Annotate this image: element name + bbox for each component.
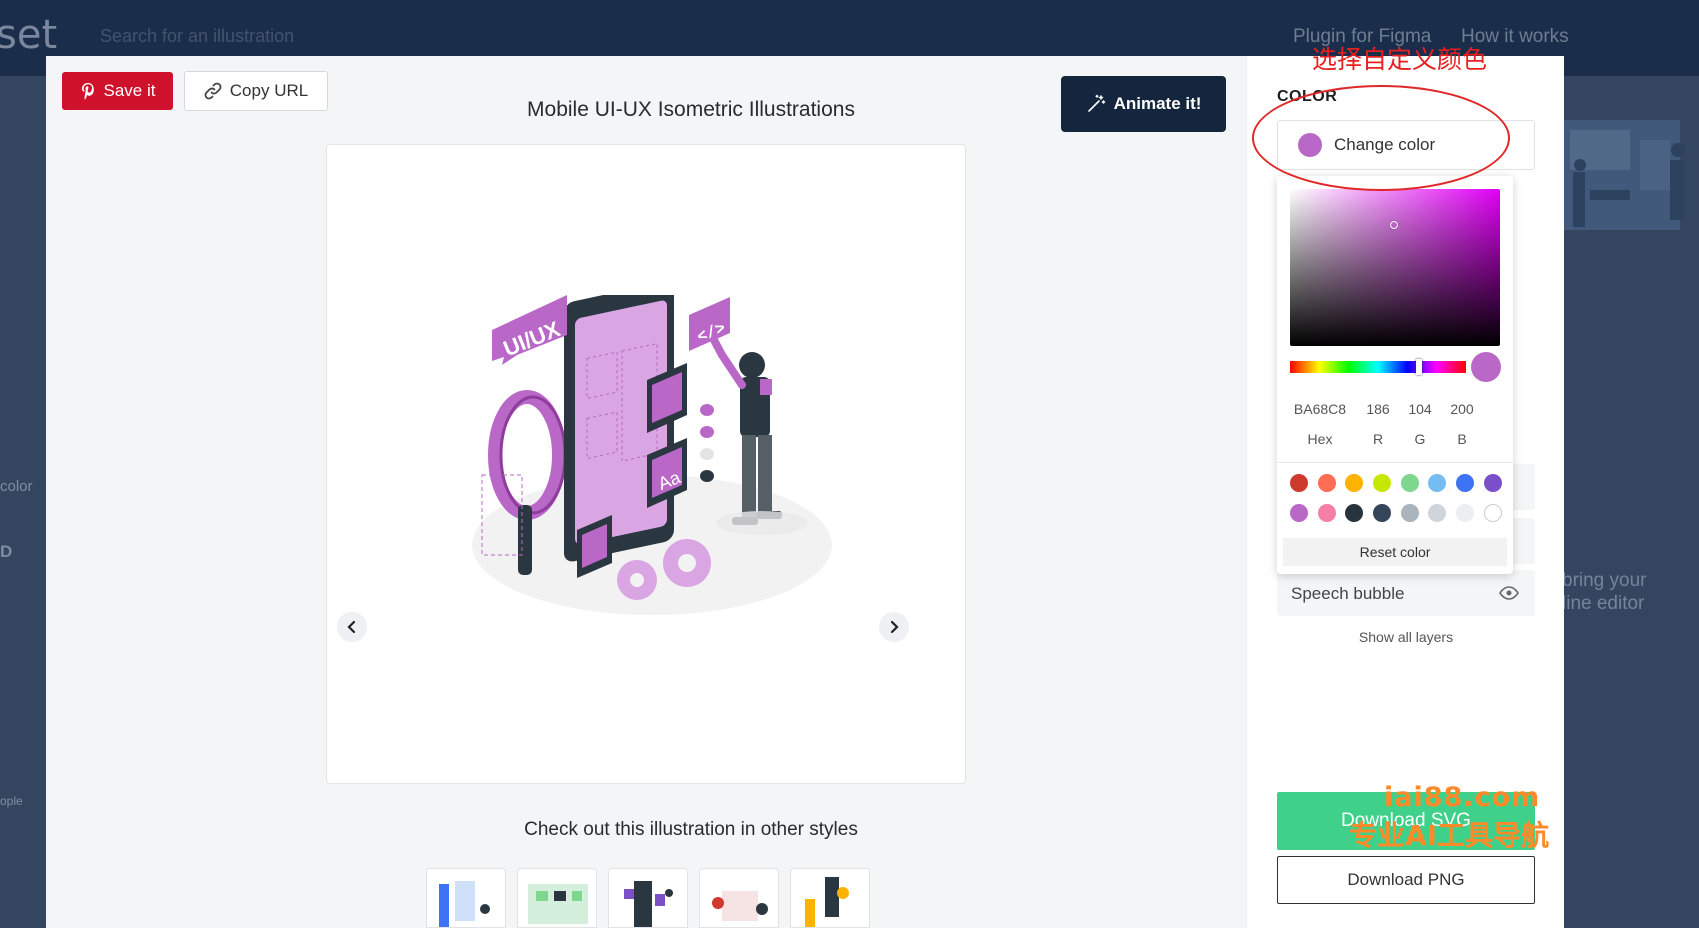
current-color-swatch: [1298, 133, 1322, 157]
background-side-text: color: [0, 478, 33, 495]
mobile-ui-ux-illustration[interactable]: UI/UX </> Aa: [462, 295, 842, 635]
color-swatch[interactable]: [1317, 474, 1336, 492]
style-thumbnail[interactable]: [790, 868, 870, 928]
r-input[interactable]: 186: [1361, 401, 1395, 417]
background-illustration: [1560, 120, 1685, 230]
eye-icon[interactable]: [1499, 586, 1519, 600]
copy-label: Copy URL: [229, 81, 309, 100]
layer-row-speech-bubble[interactable]: Speech bubble: [1277, 570, 1535, 616]
illustration-modal: Save it Copy URL Mobile UI-UX Isometric …: [46, 56, 1564, 928]
style-thumbnail[interactable]: [608, 868, 688, 928]
background-logo: set: [0, 12, 58, 58]
color-swatch[interactable]: [1290, 504, 1308, 522]
chevron-left-icon: [347, 620, 356, 634]
watermark-site: iai88.com: [1384, 782, 1541, 813]
picker-divider: [1277, 462, 1513, 463]
color-swatch[interactable]: [1345, 504, 1364, 522]
pinterest-icon: [81, 83, 94, 100]
color-picker-popover: BA68C8 186 104 200 Hex R G B Reset color: [1277, 176, 1513, 574]
color-swatch[interactable]: [1373, 474, 1392, 492]
other-styles-list: [426, 868, 870, 928]
color-swatch[interactable]: [1345, 474, 1364, 492]
next-arrow-button[interactable]: [879, 612, 909, 642]
color-swatch[interactable]: [1317, 504, 1336, 522]
color-swatch[interactable]: [1483, 504, 1502, 522]
save-button[interactable]: Save it: [62, 72, 173, 110]
color-swatch[interactable]: [1290, 474, 1308, 492]
color-swatch[interactable]: [1456, 474, 1475, 492]
page-title: Mobile UI-UX Isometric Illustrations: [527, 98, 855, 121]
change-color-label: Change color: [1334, 135, 1436, 154]
style-thumbnail[interactable]: [699, 868, 779, 928]
other-styles-title: Check out this illustration in other sty…: [524, 819, 858, 840]
hue-slider[interactable]: [1290, 361, 1466, 373]
style-thumbnail[interactable]: [426, 868, 506, 928]
color-swatch[interactable]: [1428, 504, 1447, 522]
background-side-text: D: [0, 542, 13, 561]
color-section-label: COLOR: [1277, 88, 1338, 105]
background-promo-text: line editor: [1562, 593, 1645, 614]
b-label: B: [1457, 431, 1467, 447]
hue-slider-handle[interactable]: [1416, 359, 1422, 375]
reset-color-button[interactable]: Reset color: [1283, 538, 1507, 566]
saturation-area[interactable]: [1290, 189, 1500, 346]
color-swatch[interactable]: [1373, 504, 1392, 522]
g-input[interactable]: 104: [1403, 401, 1437, 417]
preset-swatches: [1290, 474, 1502, 522]
watermark-tagline: 专业AI工具导航: [1349, 819, 1550, 852]
b-input[interactable]: 200: [1445, 401, 1479, 417]
layer-label: Speech bubble: [1291, 584, 1405, 603]
color-swatch[interactable]: [1400, 504, 1419, 522]
hex-input[interactable]: BA68C8: [1291, 401, 1349, 417]
magic-wand-icon: [1087, 94, 1105, 112]
thumbnail-image: [805, 877, 849, 927]
show-all-layers-link[interactable]: Show all layers: [1277, 629, 1535, 645]
background-search-input[interactable]: Search for an illustration: [100, 26, 294, 47]
saturation-handle[interactable]: [1390, 221, 1398, 229]
thumbnail-image: [528, 884, 588, 924]
change-color-button[interactable]: Change color: [1277, 120, 1535, 170]
prev-arrow-button[interactable]: [337, 612, 367, 642]
illustration-canvas: UI/UX </> Aa: [326, 144, 966, 784]
color-swatch[interactable]: [1400, 474, 1419, 492]
background-promo-text: bring your: [1562, 570, 1647, 591]
chevron-right-icon: [890, 620, 899, 634]
animate-label: Animate it!: [1113, 94, 1202, 113]
annotation-text: 选择自定义颜色: [1312, 45, 1488, 74]
link-icon: [204, 82, 222, 100]
color-swatch[interactable]: [1456, 504, 1475, 522]
color-swatch[interactable]: [1483, 474, 1502, 492]
hex-label: Hex: [1307, 431, 1333, 447]
thumbnail-image: [624, 881, 673, 927]
save-label: Save it: [103, 81, 156, 100]
thumbnail-image: [712, 891, 768, 921]
g-label: G: [1414, 431, 1426, 447]
color-preview: [1471, 352, 1501, 382]
download-png-button[interactable]: Download PNG: [1277, 856, 1535, 904]
style-thumbnail[interactable]: [517, 868, 597, 928]
background-side-text: ople: [0, 794, 23, 808]
thumbnail-image: [439, 881, 490, 927]
animate-button[interactable]: Animate it!: [1061, 76, 1226, 132]
color-swatch[interactable]: [1428, 474, 1447, 492]
copy-url-button[interactable]: Copy URL: [184, 71, 328, 111]
r-label: R: [1372, 431, 1384, 447]
